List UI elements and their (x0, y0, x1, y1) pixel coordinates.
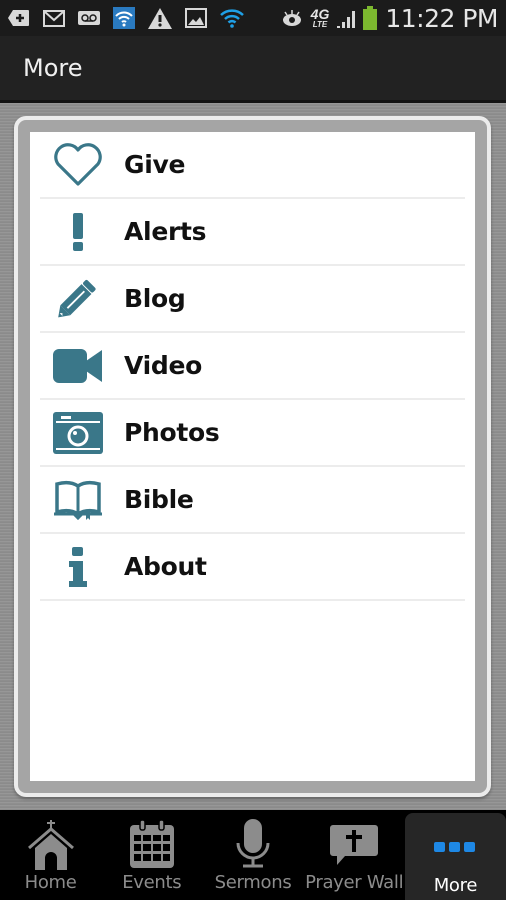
menu-item-label: Give (124, 150, 186, 179)
menu-item-video[interactable]: Video (40, 333, 465, 400)
network-type-label: 4G (310, 6, 330, 23)
app-header: More (0, 36, 506, 103)
tab-label: More (433, 875, 478, 896)
status-bar: 4G LTE 11:22 PM (0, 0, 506, 36)
network-sub-label: LTE (312, 19, 328, 29)
warning-icon (148, 7, 172, 29)
add-notification-icon (8, 7, 30, 29)
menu-panel: Give Alerts Blog Video Photos Bible Abou… (30, 132, 475, 781)
menu-item-blog[interactable]: Blog (40, 266, 465, 333)
eye-icon (281, 7, 303, 29)
menu-item-about[interactable]: About (40, 534, 465, 601)
menu-panel-border: Give Alerts Blog Video Photos Bible Abou… (18, 120, 487, 793)
menu-item-label: Video (124, 351, 203, 380)
tab-label: Home (24, 872, 77, 893)
more-dots-icon (434, 821, 476, 873)
tab-home[interactable]: Home (0, 810, 101, 900)
book-icon (52, 475, 104, 525)
menu-item-alerts[interactable]: Alerts (40, 199, 465, 266)
menu-item-give[interactable]: Give (40, 132, 465, 199)
wifi-icon (220, 7, 244, 29)
calendar-icon (129, 818, 175, 870)
pencil-icon (52, 274, 104, 324)
wifi-hotspot-icon (113, 7, 135, 29)
camera-icon (52, 408, 104, 458)
tab-label: Sermons (214, 872, 292, 893)
info-icon (52, 542, 104, 592)
tab-label: Prayer Wall (305, 872, 404, 893)
tab-prayer-wall[interactable]: Prayer Wall (304, 810, 405, 900)
heart-icon (52, 140, 104, 190)
more-menu-list: Give Alerts Blog Video Photos Bible Abou… (30, 132, 475, 601)
voicemail-icon (78, 7, 100, 29)
video-camera-icon (52, 341, 104, 391)
menu-item-label: Bible (124, 485, 194, 514)
church-icon (27, 818, 75, 870)
menu-item-label: Photos (124, 418, 220, 447)
tab-events[interactable]: Events (101, 810, 202, 900)
menu-panel-frame: Give Alerts Blog Video Photos Bible Abou… (14, 116, 491, 797)
gmail-icon (43, 7, 65, 29)
4g-lte-icon: 4G LTE (311, 7, 330, 29)
signal-icon (335, 7, 357, 29)
menu-item-label: Blog (124, 284, 186, 313)
menu-item-label: About (124, 552, 207, 581)
tab-more[interactable]: More (404, 813, 506, 900)
battery-icon (363, 6, 378, 30)
prayer-bubble-icon (329, 818, 379, 870)
menu-item-bible[interactable]: Bible (40, 467, 465, 534)
menu-item-label: Alerts (124, 217, 207, 246)
tab-label: Events (122, 872, 182, 893)
image-icon (185, 7, 207, 29)
menu-item-photos[interactable]: Photos (40, 400, 465, 467)
page-title: More (23, 54, 83, 82)
microphone-icon (235, 818, 271, 870)
bottom-tab-bar: Home Events Sermons Prayer Wall More (0, 810, 506, 900)
status-time: 11:22 PM (385, 3, 498, 33)
exclamation-icon (52, 207, 104, 257)
tab-sermons[interactable]: Sermons (202, 810, 303, 900)
